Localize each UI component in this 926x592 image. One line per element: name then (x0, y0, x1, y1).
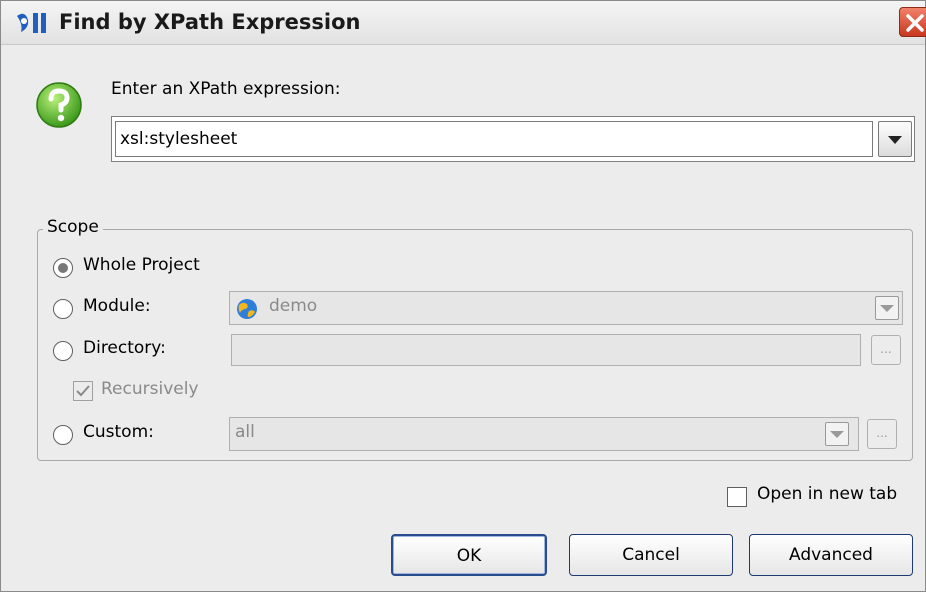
custom-select[interactable] (229, 417, 859, 451)
custom-dropdown-button[interactable] (825, 422, 849, 446)
scope-legend: Scope (43, 217, 103, 237)
directory-browse-button[interactable]: ... (871, 335, 901, 365)
expression-dropdown-button[interactable] (878, 121, 912, 157)
module-radio[interactable] (53, 299, 73, 319)
directory-field[interactable] (231, 334, 861, 366)
title-bar[interactable]: Find by XPath Expression (1, 1, 926, 45)
intellij-icon (15, 10, 49, 36)
directory-radio[interactable] (53, 341, 73, 361)
expression-label: Enter an XPath expression: (111, 79, 341, 99)
chevron-down-icon (830, 431, 844, 438)
whole-project-radio[interactable] (53, 258, 73, 278)
find-xpath-dialog: Find by XPath Expression Enter an XPath … (0, 0, 926, 592)
custom-radio[interactable] (53, 425, 73, 445)
checkmark-icon (76, 385, 90, 397)
expression-input[interactable] (115, 121, 873, 157)
recursively-label[interactable]: Recursively (101, 379, 199, 399)
module-dropdown-button[interactable] (875, 296, 899, 320)
module-globe-icon (235, 297, 259, 321)
custom-label[interactable]: Custom: (83, 422, 154, 442)
window-title: Find by XPath Expression (59, 10, 361, 34)
ok-button[interactable]: OK (391, 534, 547, 576)
close-button[interactable] (899, 7, 926, 37)
chevron-down-icon (888, 136, 902, 144)
whole-project-label[interactable]: Whole Project (83, 255, 200, 275)
open-in-new-tab-label[interactable]: Open in new tab (757, 484, 897, 504)
module-value: demo (269, 296, 318, 316)
custom-value: all (235, 422, 255, 442)
recursively-checkbox[interactable] (73, 381, 93, 401)
cancel-button[interactable]: Cancel (569, 534, 733, 576)
advanced-button[interactable]: Advanced (749, 534, 913, 576)
close-icon (906, 14, 924, 32)
module-select[interactable] (229, 291, 903, 325)
question-icon (35, 81, 83, 129)
custom-browse-button[interactable]: ... (867, 419, 897, 449)
directory-label[interactable]: Directory: (83, 338, 166, 358)
expression-combobox[interactable] (111, 116, 915, 162)
open-in-new-tab-checkbox[interactable] (727, 487, 747, 507)
module-label[interactable]: Module: (83, 296, 151, 316)
chevron-down-icon (880, 305, 894, 312)
